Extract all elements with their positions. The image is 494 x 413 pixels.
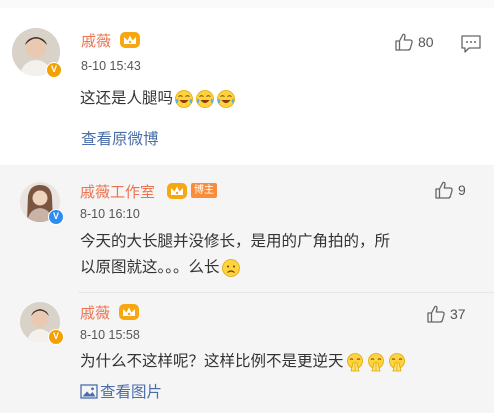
crown-icon (118, 303, 140, 321)
thumbs-up-icon (427, 305, 445, 323)
reply-content: 为什么不这样呢？这样比例不是更逆天 (80, 348, 407, 374)
author-badge: 博主 (191, 183, 217, 198)
verified-badge: V (48, 329, 64, 345)
username[interactable]: 戚薇工作室 (80, 181, 155, 202)
top-separator (0, 0, 494, 8)
crown-icon (166, 182, 188, 200)
main-comment: V 戚薇 8-10 15:43 80 这还是人腿吗 查看原微博 (0, 8, 494, 165)
thumbs-up-icon (395, 33, 413, 51)
view-image-link[interactable]: 查看图片 (80, 380, 162, 402)
view-original-link[interactable]: 查看原微博 (81, 127, 159, 149)
like-count: 80 (418, 34, 434, 50)
username[interactable]: 戚薇 (80, 302, 110, 323)
verified-badge: V (46, 62, 62, 78)
pray-emoji (387, 352, 407, 372)
reply-text-line: 以原图就这。。。么长 (80, 258, 220, 276)
crown-icon (119, 31, 141, 49)
reply-text: 为什么不这样呢？这样比例不是更逆天 (80, 352, 344, 370)
comment-icon[interactable] (460, 34, 482, 54)
pray-emoji (366, 352, 386, 372)
sad-face-emoji (221, 258, 241, 278)
reply-list: V 戚薇工作室 博主 8-10 16:10 9 今天的大长腿并没修长，是用的广角… (0, 165, 494, 413)
comment-time: 8-10 15:43 (81, 59, 141, 73)
pray-emoji (345, 352, 365, 372)
verified-badge: V (48, 209, 64, 225)
laugh-cry-emoji (174, 89, 194, 109)
like-button[interactable]: 80 (394, 32, 434, 52)
reply-text-line: 今天的大长腿并没修长，是用的广角拍的，所 (80, 232, 391, 250)
like-count: 37 (450, 306, 466, 322)
view-image-label: 查看图片 (100, 383, 163, 401)
reply-content: 以原图就这。。。么长 (80, 254, 241, 280)
thumbs-up-icon (435, 181, 453, 199)
divider (78, 292, 494, 293)
image-icon (80, 384, 98, 399)
like-count: 9 (458, 182, 466, 198)
comment-content: 这还是人腿吗 (80, 85, 236, 111)
comment-text: 这还是人腿吗 (80, 89, 174, 107)
laugh-cry-emoji (216, 89, 236, 109)
comment-time: 8-10 15:58 (80, 328, 140, 342)
like-button[interactable]: 37 (426, 304, 466, 324)
comment-time: 8-10 16:10 (80, 207, 140, 221)
username[interactable]: 戚薇 (81, 30, 111, 51)
like-button[interactable]: 9 (434, 180, 466, 200)
laugh-cry-emoji (195, 89, 215, 109)
